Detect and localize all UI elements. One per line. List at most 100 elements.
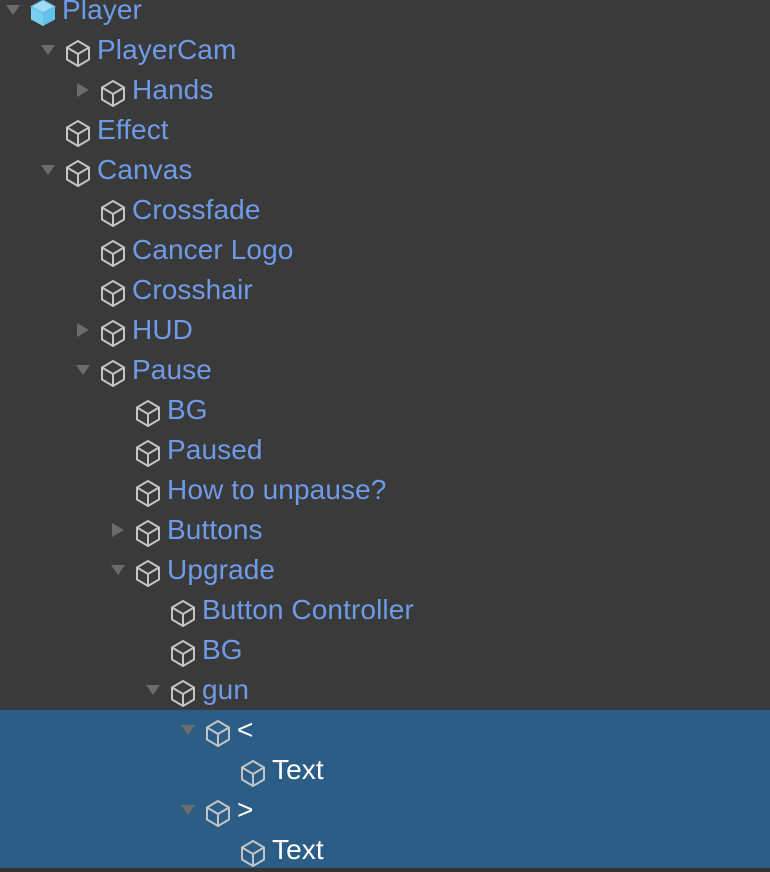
hierarchy-row-label: < [237,714,254,745]
disclosure-spacer [105,390,131,430]
hierarchy-row[interactable]: How to unpause? [0,470,770,510]
hierarchy-tree: Player PlayerCam Hands Effect Canvas Crossfad… [0,0,770,870]
disclosure-triangle-down-icon[interactable] [175,790,201,830]
disclosure-spacer [140,590,166,630]
gameobject-cube-icon [201,710,235,750]
hierarchy-row[interactable]: Text [0,750,770,790]
hierarchy-row[interactable]: Player [0,0,770,30]
hierarchy-row[interactable]: PlayerCam [0,30,770,70]
row-indent [0,770,210,771]
gameobject-cube-icon [96,310,130,350]
row-indent [0,210,70,211]
hierarchy-row-label: > [237,794,254,825]
hierarchy-row-label: HUD [132,314,193,345]
hierarchy-row[interactable]: Cancer Logo [0,230,770,270]
row-indent [0,50,35,51]
disclosure-triangle-down-icon[interactable] [35,30,61,70]
gameobject-cube-icon [236,750,270,790]
disclosure-triangle-right-icon[interactable] [105,510,131,550]
hierarchy-row-label: Canvas [97,154,193,185]
hierarchy-row[interactable]: Button Controller [0,590,770,630]
disclosure-triangle-down-icon[interactable] [0,0,26,30]
gameobject-cube-icon [96,350,130,390]
gameobject-cube-icon [96,190,130,230]
hierarchy-row[interactable]: Upgrade [0,550,770,590]
gameobject-cube-icon [96,70,130,110]
hierarchy-row[interactable]: Crossfade [0,190,770,230]
row-indent [0,90,70,91]
hierarchy-row[interactable]: gun [0,670,770,710]
gameobject-cube-icon [166,630,200,670]
hierarchy-row-label: Hands [132,74,214,105]
hierarchy-row[interactable]: BG [0,390,770,430]
row-indent [0,490,105,491]
hierarchy-row[interactable]: > [0,790,770,830]
hierarchy-row-label: Buttons [167,514,263,545]
disclosure-triangle-down-icon[interactable] [70,350,96,390]
hierarchy-row-label: Upgrade [167,554,276,585]
disclosure-triangle-right-icon[interactable] [70,310,96,350]
hierarchy-row-label: Text [272,834,324,865]
prefab-cube-icon [26,0,60,30]
hierarchy-row[interactable]: Text [0,830,770,870]
row-indent [0,290,70,291]
gameobject-cube-icon [131,430,165,470]
row-indent [0,370,70,371]
row-indent [0,530,105,531]
disclosure-spacer [140,630,166,670]
disclosure-triangle-down-icon[interactable] [175,710,201,750]
hierarchy-row-label: BG [167,394,208,425]
row-indent [0,850,210,851]
hierarchy-row-label: Paused [167,434,263,465]
disclosure-spacer [35,110,61,150]
row-indent [0,130,35,131]
hierarchy-row-label: Button Controller [202,594,414,625]
gameobject-cube-icon [131,550,165,590]
gameobject-cube-icon [61,30,95,70]
hierarchy-row-label: How to unpause? [167,474,387,505]
hierarchy-row-label: PlayerCam [97,34,237,65]
disclosure-triangle-right-icon[interactable] [70,70,96,110]
disclosure-spacer [70,230,96,270]
hierarchy-row[interactable]: BG [0,630,770,670]
disclosure-spacer [210,830,236,870]
row-indent [0,690,140,691]
disclosure-triangle-down-icon[interactable] [35,150,61,190]
hierarchy-row[interactable]: < [0,710,770,750]
row-indent [0,810,175,811]
disclosure-spacer [70,270,96,310]
row-indent [0,610,140,611]
row-indent [0,330,70,331]
disclosure-triangle-down-icon[interactable] [140,670,166,710]
hierarchy-row[interactable]: HUD [0,310,770,350]
panel-bottom-edge [0,868,770,872]
hierarchy-row-label: Pause [132,354,212,385]
gameobject-cube-icon [166,670,200,710]
row-indent [0,170,35,171]
hierarchy-row[interactable]: Hands [0,70,770,110]
hierarchy-row[interactable]: Buttons [0,510,770,550]
hierarchy-row[interactable]: Canvas [0,150,770,190]
disclosure-spacer [105,470,131,510]
row-indent [0,250,70,251]
row-indent [0,570,105,571]
hierarchy-row[interactable]: Pause [0,350,770,390]
row-indent [0,450,105,451]
hierarchy-row-label: Crosshair [132,274,253,305]
gameobject-cube-icon [236,830,270,870]
gameobject-cube-icon [201,790,235,830]
disclosure-spacer [70,190,96,230]
hierarchy-row-label: Player [62,0,142,25]
gameobject-cube-icon [96,230,130,270]
hierarchy-row[interactable]: Paused [0,430,770,470]
row-indent [0,650,140,651]
gameobject-cube-icon [61,110,95,150]
gameobject-cube-icon [131,390,165,430]
hierarchy-row-label: BG [202,634,243,665]
hierarchy-row-label: Cancer Logo [132,234,294,265]
gameobject-cube-icon [96,270,130,310]
hierarchy-row[interactable]: Crosshair [0,270,770,310]
disclosure-spacer [105,430,131,470]
hierarchy-row[interactable]: Effect [0,110,770,150]
disclosure-triangle-down-icon[interactable] [105,550,131,590]
